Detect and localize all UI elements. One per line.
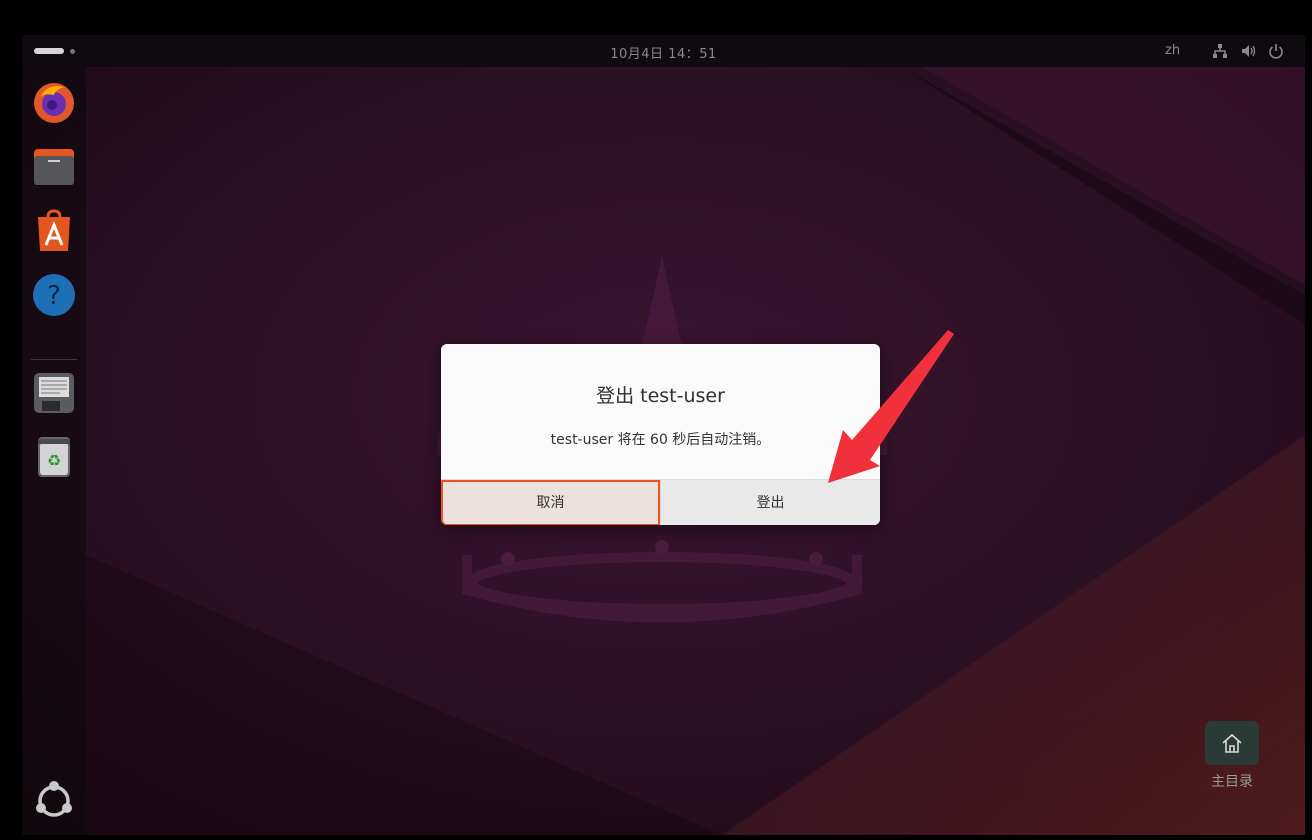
dock: ? ♻ xyxy=(22,67,86,835)
power-icon[interactable] xyxy=(1267,42,1285,60)
clock[interactable]: 10月4日 14：51 xyxy=(22,43,1305,62)
desktop-home-folder[interactable]: 主目录 xyxy=(1192,721,1272,801)
files-icon[interactable] xyxy=(30,143,78,191)
home-folder-tile xyxy=(1205,721,1259,765)
ubuntu-logo-icon[interactable] xyxy=(30,777,78,825)
network-icon[interactable] xyxy=(1211,42,1229,60)
text-editor-icon[interactable] xyxy=(30,369,78,417)
app-center-icon[interactable] xyxy=(30,207,78,255)
svg-text:?: ? xyxy=(47,281,61,311)
top-bar: 10月4日 14：51 zh xyxy=(22,35,1305,67)
svg-text:♻: ♻ xyxy=(47,451,61,470)
volume-icon[interactable] xyxy=(1239,42,1257,60)
firefox-icon[interactable] xyxy=(30,79,78,127)
trash-icon[interactable]: ♻ xyxy=(30,433,78,481)
dock-separator xyxy=(31,359,77,360)
input-language-indicator[interactable]: zh xyxy=(1165,43,1180,58)
home-icon xyxy=(1222,733,1242,753)
cancel-button[interactable]: 取消 xyxy=(441,480,660,525)
annotation-arrow xyxy=(828,330,954,483)
home-folder-label: 主目录 xyxy=(1211,774,1253,790)
help-icon[interactable]: ? xyxy=(30,271,78,319)
